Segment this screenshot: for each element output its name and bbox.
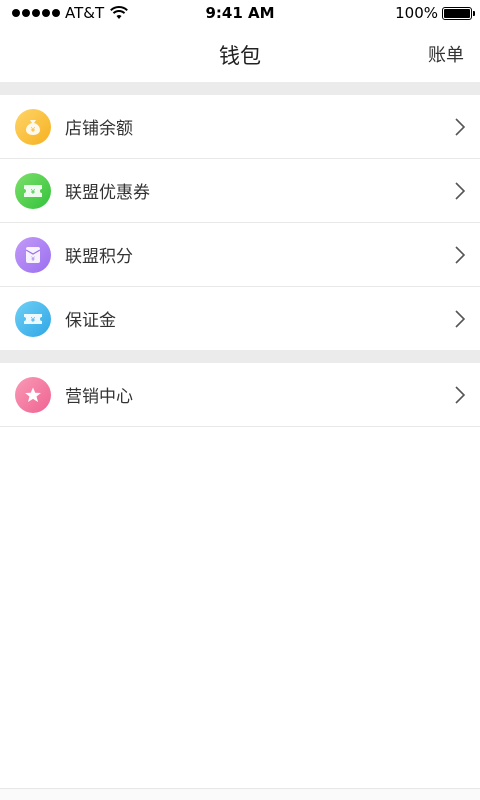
section-divider [0, 82, 480, 95]
list-item-label: 营销中心 [65, 387, 133, 407]
coupon-icon: ¥ [15, 172, 51, 209]
money-bag-icon: ¥ [15, 108, 51, 145]
chevron-right-icon [455, 310, 466, 328]
chevron-right-icon [455, 386, 466, 404]
chevron-right-icon [455, 118, 466, 136]
svg-text:¥: ¥ [31, 126, 36, 134]
list-item-deposit[interactable]: ¥ 保证金 [0, 287, 480, 351]
chevron-right-icon [455, 246, 466, 264]
battery-level [444, 8, 470, 18]
page-title: 钱包 [219, 44, 261, 68]
svg-text:¥: ¥ [31, 188, 36, 196]
red-envelope-icon: ¥ [15, 236, 51, 273]
list-item-alliance-points[interactable]: ¥ 联盟积分 [0, 223, 480, 287]
status-bar: AT&T 9:41 AM 100% [0, 0, 480, 26]
bottom-bar [0, 788, 480, 800]
list-item-alliance-coupon[interactable]: ¥ 联盟优惠券 [0, 159, 480, 223]
svg-text:¥: ¥ [31, 256, 35, 263]
wallet-list: ¥ 店铺余额 ¥ 联盟优惠券 ¥ 联盟积分 ¥ 保证金 [0, 95, 480, 351]
chevron-right-icon [455, 182, 466, 200]
section-divider [0, 350, 480, 363]
marketing-list: 营销中心 [0, 363, 480, 427]
star-icon [15, 376, 51, 413]
list-item-store-balance[interactable]: ¥ 店铺余额 [0, 95, 480, 159]
list-item-marketing-center[interactable]: 营销中心 [0, 363, 480, 427]
list-item-label: 店铺余额 [65, 119, 133, 139]
battery-icon [442, 6, 475, 20]
list-item-label: 保证金 [65, 311, 116, 331]
list-item-label: 联盟积分 [65, 247, 133, 267]
battery-percent: 100% [395, 4, 438, 22]
bill-button[interactable]: 账单 [428, 41, 464, 67]
ticket-icon: ¥ [15, 300, 51, 337]
list-item-label: 联盟优惠券 [65, 183, 150, 203]
status-right: 100% [395, 4, 475, 22]
svg-text:¥: ¥ [31, 316, 36, 324]
navigation-bar: 钱包 账单 [0, 26, 480, 82]
